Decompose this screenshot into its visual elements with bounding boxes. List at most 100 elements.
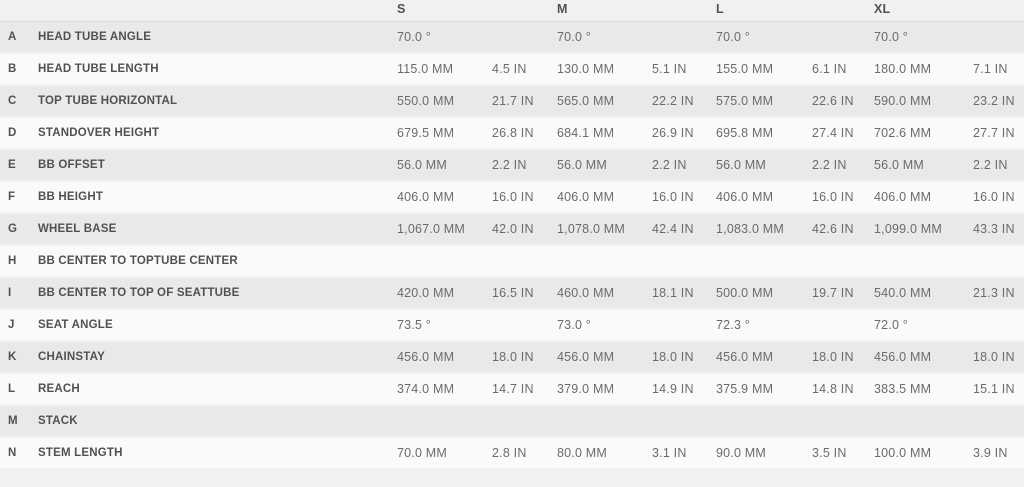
row-value: 56.0 MM — [557, 158, 652, 172]
row-value: 21.7 IN — [492, 94, 557, 108]
row-value: 90.0 MM — [716, 446, 812, 460]
table-row: D STANDOVER HEIGHT 679.5 MM 26.8 IN 684.… — [0, 118, 1024, 150]
row-value: 22.6 IN — [812, 94, 874, 108]
table-row: E BB OFFSET 56.0 MM 2.2 IN 56.0 MM 2.2 I… — [0, 150, 1024, 182]
row-value: 14.8 IN — [812, 382, 874, 396]
row-value: 56.0 MM — [397, 158, 492, 172]
row-value: 70.0 MM — [397, 446, 492, 460]
row-letter: I — [0, 287, 38, 299]
row-label: SEAT ANGLE — [38, 319, 397, 331]
row-label: STACK — [38, 415, 397, 427]
row-value: 18.0 IN — [812, 350, 874, 364]
row-value: 540.0 MM — [874, 286, 973, 300]
row-value: 73.0 ° — [557, 318, 652, 332]
row-value: 130.0 MM — [557, 62, 652, 76]
row-value: 5.1 IN — [652, 62, 716, 76]
row-value: 70.0 ° — [397, 30, 492, 44]
row-letter: J — [0, 319, 38, 331]
row-value: 456.0 MM — [874, 350, 973, 364]
row-value: 1,078.0 MM — [557, 222, 652, 236]
table-row: G WHEEL BASE 1,067.0 MM 42.0 IN 1,078.0 … — [0, 214, 1024, 246]
row-value: 3.5 IN — [812, 446, 874, 460]
row-value: 70.0 ° — [557, 30, 652, 44]
row-label: HEAD TUBE ANGLE — [38, 31, 397, 43]
row-value: 374.0 MM — [397, 382, 492, 396]
row-value: 18.1 IN — [652, 286, 716, 300]
row-value: 43.3 IN — [973, 222, 1024, 236]
row-value: 406.0 MM — [716, 190, 812, 204]
row-label: CHAINSTAY — [38, 351, 397, 363]
row-label: BB CENTER TO TOP OF SEATTUBE — [38, 287, 397, 299]
row-value: 27.4 IN — [812, 126, 874, 140]
row-value: 18.0 IN — [492, 350, 557, 364]
row-letter: H — [0, 255, 38, 267]
row-letter: N — [0, 447, 38, 459]
table-row: L REACH 374.0 MM 14.7 IN 379.0 MM 14.9 I… — [0, 374, 1024, 406]
size-header-m: M — [557, 2, 652, 16]
row-value: 18.0 IN — [652, 350, 716, 364]
row-value: 26.8 IN — [492, 126, 557, 140]
row-value: 27.7 IN — [973, 126, 1024, 140]
row-value: 16.0 IN — [973, 190, 1024, 204]
row-label: BB HEIGHT — [38, 191, 397, 203]
row-label: BB OFFSET — [38, 159, 397, 171]
row-letter: L — [0, 383, 38, 395]
row-label: REACH — [38, 383, 397, 395]
row-letter: D — [0, 127, 38, 139]
geometry-table-body: A HEAD TUBE ANGLE 70.0 ° 70.0 ° 70.0 ° 7… — [0, 22, 1024, 470]
row-value: 3.9 IN — [973, 446, 1024, 460]
row-letter: G — [0, 223, 38, 235]
row-value: 2.2 IN — [973, 158, 1024, 172]
size-header-l: L — [716, 2, 812, 16]
row-value: 500.0 MM — [716, 286, 812, 300]
size-header-s: S — [397, 2, 492, 16]
table-row: F BB HEIGHT 406.0 MM 16.0 IN 406.0 MM 16… — [0, 182, 1024, 214]
row-value: 115.0 MM — [397, 62, 492, 76]
size-header-xl: XL — [874, 2, 973, 16]
row-letter: K — [0, 351, 38, 363]
row-value: 180.0 MM — [874, 62, 973, 76]
row-value: 460.0 MM — [557, 286, 652, 300]
geometry-table: S M L XL A HEAD TUBE ANGLE 70.0 ° 70.0 °… — [0, 0, 1024, 470]
table-row: A HEAD TUBE ANGLE 70.0 ° 70.0 ° 70.0 ° 7… — [0, 22, 1024, 54]
row-value: 7.1 IN — [973, 62, 1024, 76]
row-value: 406.0 MM — [397, 190, 492, 204]
table-row: J SEAT ANGLE 73.5 ° 73.0 ° 72.3 ° 72.0 ° — [0, 310, 1024, 342]
table-row: C TOP TUBE HORIZONTAL 550.0 MM 21.7 IN 5… — [0, 86, 1024, 118]
row-value: 1,099.0 MM — [874, 222, 973, 236]
row-value: 2.2 IN — [492, 158, 557, 172]
table-row: N STEM LENGTH 70.0 MM 2.8 IN 80.0 MM 3.1… — [0, 438, 1024, 470]
row-value: 155.0 MM — [716, 62, 812, 76]
row-value: 4.5 IN — [492, 62, 557, 76]
row-letter: F — [0, 191, 38, 203]
table-row: B HEAD TUBE LENGTH 115.0 MM 4.5 IN 130.0… — [0, 54, 1024, 86]
row-value: 22.2 IN — [652, 94, 716, 108]
table-row: M STACK — [0, 406, 1024, 438]
row-value: 23.2 IN — [973, 94, 1024, 108]
row-value: 14.9 IN — [652, 382, 716, 396]
row-value: 1,083.0 MM — [716, 222, 812, 236]
row-value: 72.3 ° — [716, 318, 812, 332]
row-value: 684.1 MM — [557, 126, 652, 140]
row-label: WHEEL BASE — [38, 223, 397, 235]
row-value: 70.0 ° — [716, 30, 812, 44]
row-value: 695.8 MM — [716, 126, 812, 140]
row-value: 383.5 MM — [874, 382, 973, 396]
row-value: 456.0 MM — [397, 350, 492, 364]
row-value: 72.0 ° — [874, 318, 973, 332]
row-label: HEAD TUBE LENGTH — [38, 63, 397, 75]
row-value: 73.5 ° — [397, 318, 492, 332]
row-label: STANDOVER HEIGHT — [38, 127, 397, 139]
row-value: 18.0 IN — [973, 350, 1024, 364]
row-label: BB CENTER TO TOPTUBE CENTER — [38, 255, 397, 267]
row-letter: A — [0, 31, 38, 43]
row-label: STEM LENGTH — [38, 447, 397, 459]
row-value: 550.0 MM — [397, 94, 492, 108]
row-value: 56.0 MM — [874, 158, 973, 172]
row-value: 375.9 MM — [716, 382, 812, 396]
size-header-row: S M L XL — [0, 0, 1024, 22]
row-value: 70.0 ° — [874, 30, 973, 44]
row-value: 2.8 IN — [492, 446, 557, 460]
row-value: 406.0 MM — [557, 190, 652, 204]
row-value: 2.2 IN — [812, 158, 874, 172]
